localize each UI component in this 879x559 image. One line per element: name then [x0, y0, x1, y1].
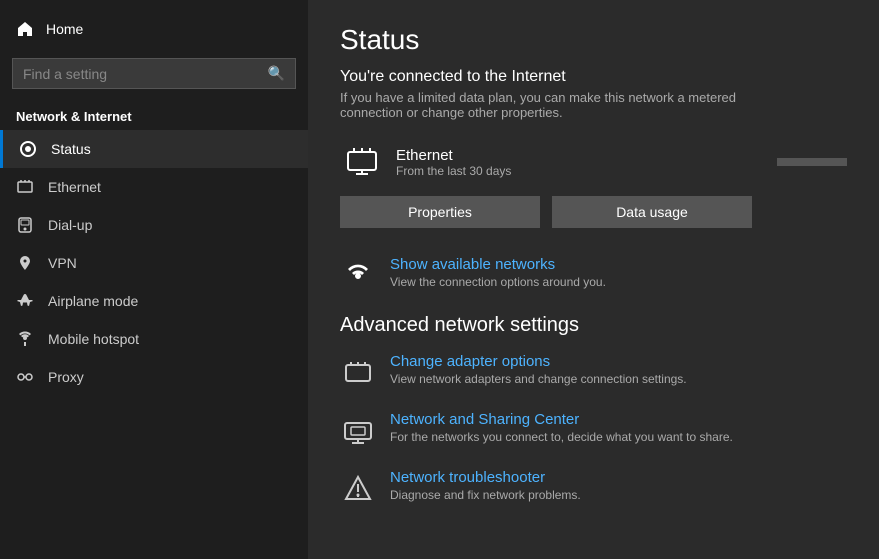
advanced-header: Advanced network settings: [340, 314, 847, 337]
adapter-text: Change adapter options View network adap…: [390, 353, 687, 386]
sidebar-section-label: Network & Internet: [0, 101, 308, 130]
proxy-label: Proxy: [48, 369, 84, 385]
vpn-label: VPN: [48, 255, 77, 271]
sharing-text: Network and Sharing Center For the netwo…: [390, 411, 733, 444]
dialup-icon: [16, 216, 34, 234]
page-title: Status: [340, 24, 847, 56]
sidebar-item-ethernet[interactable]: Ethernet: [0, 168, 308, 206]
search-input[interactable]: [23, 66, 268, 82]
adapter-desc: View network adapters and change connect…: [390, 372, 687, 386]
show-networks-desc: View the connection options around you.: [390, 275, 606, 289]
troubleshooter-icon: [340, 471, 376, 507]
show-networks-option[interactable]: Show available networks View the connect…: [340, 256, 847, 294]
main-content: Status You're connected to the Internet …: [308, 0, 879, 559]
sidebar-item-vpn[interactable]: VPN: [0, 244, 308, 282]
show-networks-icon: [340, 258, 376, 294]
hotspot-icon: [16, 330, 34, 348]
sidebar-item-status[interactable]: Status: [0, 130, 308, 168]
airplane-label: Airplane mode: [48, 293, 138, 309]
sidebar-item-home[interactable]: Home: [0, 8, 308, 50]
dialup-label: Dial-up: [48, 217, 92, 233]
sidebar-item-proxy[interactable]: Proxy: [0, 358, 308, 396]
hotspot-label: Mobile hotspot: [48, 331, 139, 347]
sidebar-item-airplane[interactable]: Airplane mode: [0, 282, 308, 320]
sharing-icon: [340, 413, 376, 449]
sidebar-item-hotspot[interactable]: Mobile hotspot: [0, 320, 308, 358]
ethernet-usage-badge: [777, 158, 847, 166]
status-desc: If you have a limited data plan, you can…: [340, 90, 760, 120]
ethernet-info: Ethernet From the last 30 days: [396, 147, 777, 178]
ethernet-card-icon: [340, 140, 384, 184]
troubleshooter-option[interactable]: Network troubleshooter Diagnose and fix …: [340, 469, 847, 507]
status-label: Status: [51, 141, 91, 157]
data-usage-button[interactable]: Data usage: [552, 196, 752, 228]
action-buttons: Properties Data usage: [340, 196, 847, 228]
sidebar-item-dialup[interactable]: Dial-up: [0, 206, 308, 244]
search-box[interactable]: 🔍: [12, 58, 296, 89]
troubleshooter-desc: Diagnose and fix network problems.: [390, 488, 581, 502]
status-icon: [19, 140, 37, 158]
home-icon: [16, 20, 34, 38]
adapter-title[interactable]: Change adapter options: [390, 353, 687, 370]
status-subtitle: You're connected to the Internet: [340, 68, 847, 86]
show-networks-text: Show available networks View the connect…: [390, 256, 606, 289]
home-label: Home: [46, 21, 83, 37]
ethernet-nav-icon: [16, 178, 34, 196]
sharing-title[interactable]: Network and Sharing Center: [390, 411, 733, 428]
vpn-icon: [16, 254, 34, 272]
properties-button[interactable]: Properties: [340, 196, 540, 228]
proxy-icon: [16, 368, 34, 386]
search-button[interactable]: 🔍: [268, 65, 285, 82]
ethernet-card-sub: From the last 30 days: [396, 164, 777, 178]
ethernet-card: Ethernet From the last 30 days: [340, 140, 847, 184]
ethernet-label: Ethernet: [48, 179, 101, 195]
show-networks-title[interactable]: Show available networks: [390, 256, 606, 273]
airplane-icon: [16, 292, 34, 310]
ethernet-card-name: Ethernet: [396, 147, 777, 164]
adapter-icon: [340, 355, 376, 391]
change-adapter-option[interactable]: Change adapter options View network adap…: [340, 353, 847, 391]
troubleshooter-text: Network troubleshooter Diagnose and fix …: [390, 469, 581, 502]
sharing-desc: For the networks you connect to, decide …: [390, 430, 733, 444]
sidebar: Home 🔍 Network & Internet Status Etherne…: [0, 0, 308, 559]
sharing-center-option[interactable]: Network and Sharing Center For the netwo…: [340, 411, 847, 449]
troubleshooter-title[interactable]: Network troubleshooter: [390, 469, 581, 486]
